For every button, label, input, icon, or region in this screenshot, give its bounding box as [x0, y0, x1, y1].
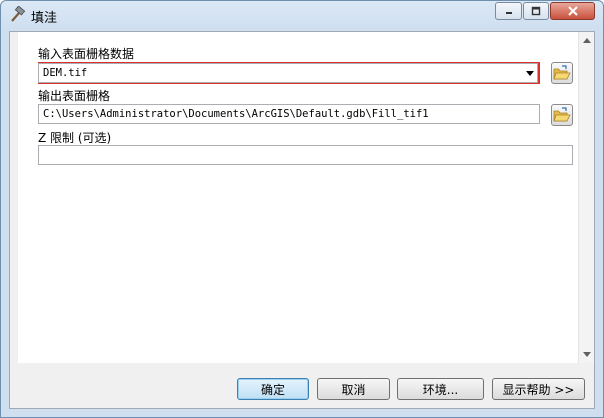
- output-raster-browse-button[interactable]: [551, 104, 573, 126]
- chevron-down-icon[interactable]: [526, 71, 534, 76]
- output-raster-value: C:\Users\Administrator\Documents\ArcGIS\…: [43, 108, 429, 120]
- output-raster-input[interactable]: C:\Users\Administrator\Documents\ArcGIS\…: [38, 104, 540, 124]
- output-raster-label: 输出表面栅格: [38, 89, 111, 103]
- show-help-button[interactable]: 显示帮助 >>: [492, 378, 585, 400]
- tool-dialog-window: 填洼 输入表面栅格数据 DEM.tif 输出表面栅格 C:\Users\Admi…: [0, 0, 604, 418]
- close-button[interactable]: [550, 2, 595, 20]
- scroll-down-arrow-icon[interactable]: [583, 352, 591, 357]
- window-title: 填洼: [31, 11, 58, 26]
- cancel-button[interactable]: 取消: [317, 378, 390, 400]
- z-limit-label: Z 限制 (可选): [38, 131, 112, 145]
- dialog-body: 输入表面栅格数据 DEM.tif 输出表面栅格 C:\Users\Adminis…: [9, 31, 595, 409]
- maximize-icon: [531, 6, 541, 16]
- vertical-scrollbar[interactable]: [578, 32, 594, 363]
- ok-button[interactable]: 确定: [237, 378, 309, 400]
- open-folder-icon: [553, 65, 571, 80]
- minimize-button[interactable]: [495, 2, 522, 20]
- title-bar[interactable]: 填洼: [1, 1, 603, 29]
- maximize-button[interactable]: [523, 2, 549, 20]
- input-raster-label: 输入表面栅格数据: [38, 47, 135, 61]
- close-icon: [567, 6, 578, 16]
- hammer-icon: [8, 5, 26, 24]
- parameter-panel: 输入表面栅格数据 DEM.tif 输出表面栅格 C:\Users\Adminis…: [18, 32, 589, 363]
- input-raster-browse-button[interactable]: [551, 62, 573, 84]
- input-raster-value: DEM.tif: [43, 67, 88, 79]
- scroll-up-arrow-icon[interactable]: [583, 38, 591, 43]
- input-raster-combobox[interactable]: DEM.tif: [38, 63, 538, 83]
- environments-button[interactable]: 环境...: [397, 378, 484, 400]
- minimize-icon: [505, 12, 512, 14]
- z-limit-input[interactable]: [38, 145, 573, 165]
- open-folder-icon: [553, 107, 571, 122]
